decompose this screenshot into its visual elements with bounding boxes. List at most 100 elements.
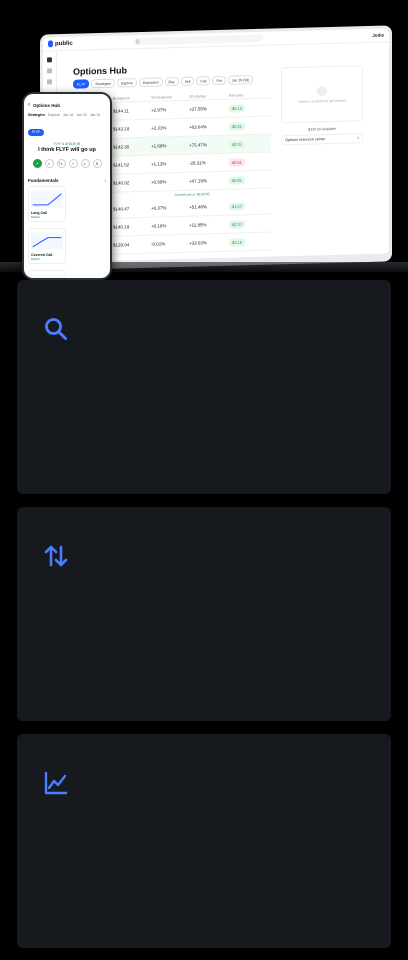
- feature-card-swap: [17, 507, 391, 721]
- ask-price-button[interactable]: $0.21: [229, 121, 246, 131]
- section-chevron-icon[interactable]: ›: [105, 178, 107, 183]
- ask-price-button[interactable]: $0.81: [229, 175, 246, 185]
- filter-row: FLYF Strategies Explore Expiration Buy Sell Ca…: [73, 75, 254, 89]
- sentiment-option-icon[interactable]: $: [92, 159, 102, 168]
- cell-breakeven: $142.30: [113, 144, 130, 150]
- phone-mockup: ‹ Options Hub Strategies Explore Jan 16 Jan…: [22, 92, 112, 280]
- cell-ask: $0.51: [229, 157, 271, 167]
- filter-chip[interactable]: Buy: [164, 76, 179, 87]
- buying-power: $330.00 available: [308, 126, 336, 132]
- options-table: Breakeven To breakeven 1D change Ask pri…: [113, 91, 271, 255]
- col-breakeven: Breakeven: [113, 96, 130, 101]
- phone-header: ‹ Options Hub: [24, 94, 110, 110]
- phone-tab[interactable]: Explore: [48, 113, 60, 117]
- sentiment-headline: I think FLYF will go up: [38, 147, 96, 153]
- contract-panel: Select a contract to get started: [281, 65, 363, 124]
- trend-chart-icon: [43, 770, 69, 796]
- phone-screen: ‹ Options Hub Strategies Explore Jan 16 Jan…: [24, 94, 110, 278]
- ask-price-button[interactable]: $1.57: [229, 201, 246, 211]
- phone-tab[interactable]: Jan 16: [63, 113, 74, 117]
- cell-change: +33.03%: [189, 240, 207, 246]
- payoff-chart-icon: [31, 190, 63, 208]
- cell-change: +47.19%: [189, 178, 207, 184]
- cell-ask: $0.31: [229, 139, 271, 149]
- cell-change: +75.47%: [189, 142, 207, 148]
- filter-chip[interactable]: Sell: [180, 76, 195, 86]
- filter-chip[interactable]: Explore: [117, 78, 137, 88]
- sidebar-home-icon[interactable]: [47, 57, 52, 63]
- cell-breakeven: $139.94: [113, 242, 130, 248]
- search-icon: Q: [135, 38, 140, 45]
- filter-chip[interactable]: Call: [196, 76, 211, 86]
- ask-price-button[interactable]: $3.15: [229, 237, 246, 247]
- filter-chip[interactable]: Strategies: [91, 78, 116, 89]
- col-1d-change: 1D change: [189, 94, 206, 99]
- rows-above-price: $144.11 +2.97% +37.55% $0.13 $143.18 +2.31% +6…: [113, 98, 271, 193]
- filter-chip[interactable]: FLYF: [73, 79, 90, 89]
- chevron-right-icon: ›: [357, 135, 359, 142]
- cell-to-be: +0.37%: [151, 205, 167, 211]
- phone-tab[interactable]: Jan 23: [76, 113, 87, 117]
- sentiment-option-icon[interactable]: ↗: [32, 159, 42, 168]
- sentiment-option-icon[interactable]: +: [68, 159, 78, 168]
- cell-ask: $0.21: [229, 121, 271, 131]
- sentiment-option-icon[interactable]: ◐: [80, 159, 90, 168]
- public-logo-icon: [48, 40, 53, 48]
- app-topbar: public Q Jodie: [43, 28, 389, 52]
- filter-chip[interactable]: Jan 19 (5d): [227, 75, 254, 85]
- payoff-chart-icon: [31, 232, 63, 250]
- sentiment-option-icon[interactable]: ≈: [44, 159, 54, 168]
- feature-card-chart: [17, 734, 391, 948]
- phone-tabs: Strategies Explore Jan 16 Jan 23 Jan 31: [24, 110, 110, 120]
- col-to-breakeven: To breakeven: [151, 95, 173, 100]
- cell-change: -28.31%: [189, 160, 206, 166]
- cell-ask: $3.15: [229, 237, 271, 247]
- ask-price-button[interactable]: $0.51: [229, 157, 246, 167]
- sidebar-portfolio-icon[interactable]: [47, 68, 52, 74]
- cell-to-be: +1.13%: [151, 161, 167, 167]
- table-row[interactable]: $139.94 -0.01% +33.03% $3.15: [113, 232, 271, 255]
- brand-name: public: [55, 40, 73, 47]
- strategy-tag: Bullish: [31, 257, 40, 261]
- search-icon: [43, 316, 69, 342]
- phone-tab[interactable]: Jan 31: [90, 113, 101, 117]
- cell-to-be: +0.16%: [151, 223, 167, 229]
- options-resource-link[interactable]: Options resource center ›: [281, 133, 363, 146]
- cell-breakeven: $140.18: [113, 224, 130, 230]
- ticker-chip[interactable]: FLYF: [28, 128, 45, 136]
- col-ask-price: Ask price: [229, 93, 244, 98]
- search-input[interactable]: Q: [132, 34, 263, 46]
- strategy-cards: Long CallBullish Covered CallBullish Cash-…: [24, 186, 110, 278]
- resource-label: Options resource center: [285, 137, 326, 143]
- cell-breakeven: $143.18: [113, 126, 130, 132]
- cell-ask: $2.37: [229, 219, 271, 229]
- cell-to-be: +2.31%: [151, 125, 167, 131]
- sentiment-option-icon[interactable]: TL: [56, 159, 66, 168]
- panel-text: Select a contract to get started: [298, 98, 346, 104]
- strategy-tag: Bullish: [31, 215, 40, 219]
- back-arrow-icon[interactable]: ‹: [28, 102, 30, 108]
- filter-chip[interactable]: Put: [212, 75, 226, 86]
- sidebar-settings-icon[interactable]: [47, 79, 52, 85]
- filter-chip[interactable]: Expiration: [138, 77, 163, 88]
- ask-price-button[interactable]: $0.31: [229, 139, 246, 149]
- strategy-card[interactable]: Covered Call Bullish: [28, 228, 66, 264]
- phone-tab[interactable]: Strategies: [28, 113, 45, 117]
- user-menu[interactable]: Jodie: [372, 33, 384, 38]
- swap-arrows-icon: [43, 543, 69, 569]
- cell-to-be: +0.69%: [151, 179, 167, 185]
- cell-breakeven: $144.11: [113, 108, 129, 114]
- strategy-card[interactable]: Long Call Bullish: [28, 186, 66, 222]
- cell-ask: $0.13: [229, 103, 271, 113]
- ask-price-button[interactable]: $0.13: [229, 103, 246, 113]
- phone-title: Options Hub: [33, 102, 60, 108]
- ask-price-button[interactable]: $2.37: [229, 219, 246, 229]
- rows-below-price: $140.47 +0.37% +51.48% $1.57 $140.18 +0.16% +1…: [113, 196, 271, 255]
- payoff-chart-icon: [31, 274, 63, 278]
- ticker-price: FLYF is at $139.95: [53, 142, 81, 146]
- page-title: Options Hub: [73, 65, 127, 77]
- sentiment-options: ↗ ≈ TL + ◐ $: [24, 159, 110, 168]
- cell-to-be: +2.97%: [151, 107, 167, 113]
- strategy-card[interactable]: Cash-Secured PutBullish: [28, 270, 66, 278]
- cell-breakeven: $141.52: [113, 162, 130, 168]
